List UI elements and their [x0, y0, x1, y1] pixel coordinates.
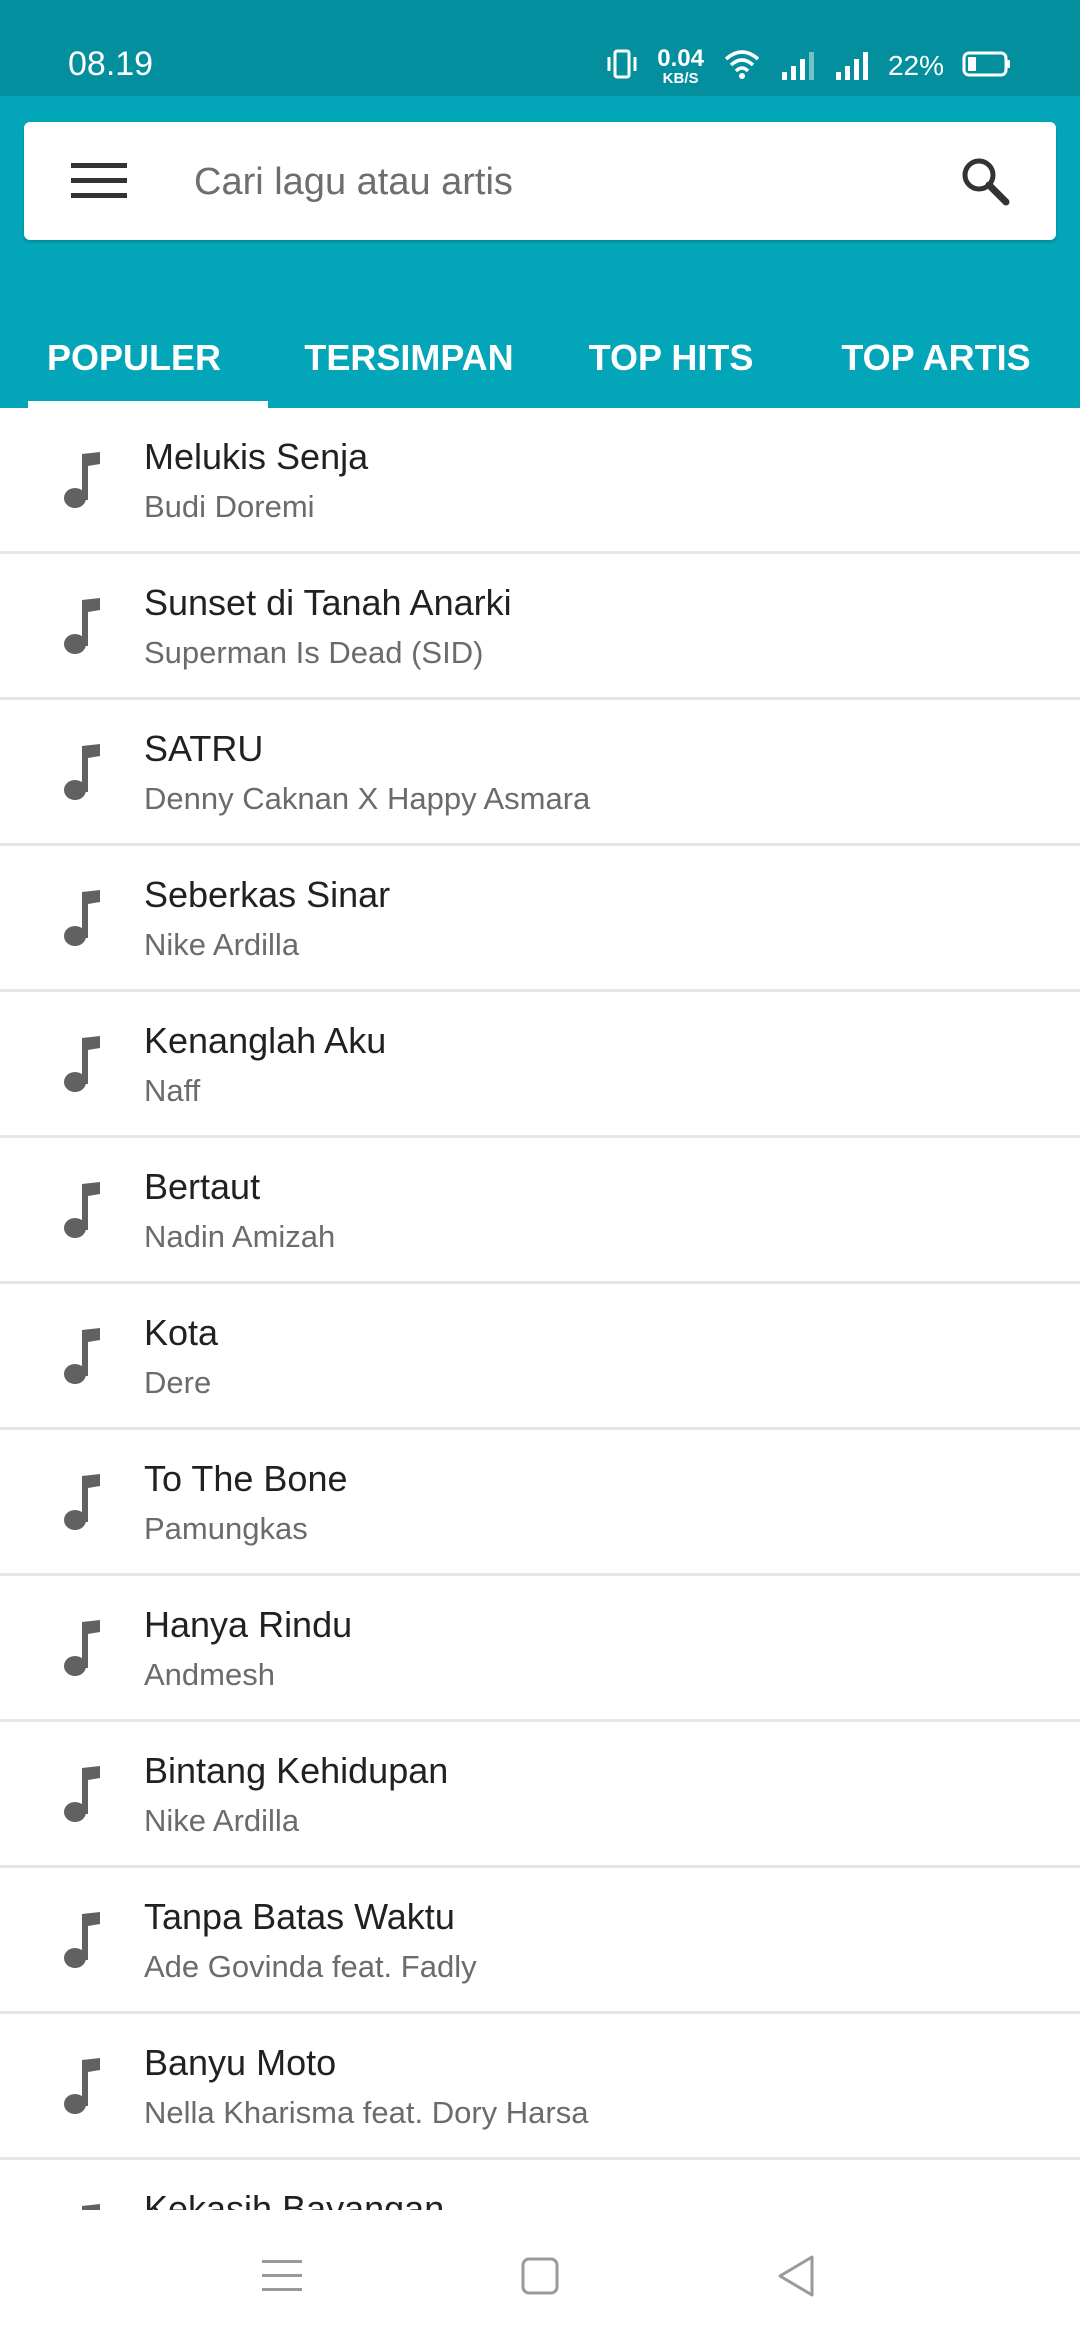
song-title: Hanya Rindu: [144, 1604, 353, 1645]
music-note-icon: [64, 744, 100, 800]
tab-top-hits[interactable]: TOP HITS: [550, 308, 792, 408]
tab-populer[interactable]: POPULER: [0, 308, 268, 408]
song-item[interactable]: Kota Dere: [0, 1284, 1080, 1430]
system-nav-bar: [0, 2210, 1080, 2340]
song-item[interactable]: Kenanglah Aku Naff: [0, 992, 1080, 1138]
network-speed-value: 0.04: [657, 44, 704, 72]
song-artist: Nella Kharisma feat. Dory Harsa: [144, 2095, 589, 2130]
music-note-icon: [64, 1182, 100, 1238]
song-item[interactable]: SATRU Denny Caknan X Happy Asmara: [0, 700, 1080, 846]
song-artist: Dere: [144, 1365, 212, 1400]
song-title: Kota: [144, 1312, 219, 1353]
song-item[interactable]: Melukis Senja Budi Doremi: [0, 408, 1080, 554]
song-artist: Denny Caknan X Happy Asmara: [144, 781, 591, 816]
song-artist: Superman Is Dead (SID): [144, 635, 484, 670]
song-title: Bertaut: [144, 1166, 261, 1207]
tab-tersimpan[interactable]: TERSIMPAN: [268, 308, 550, 408]
song-title: Kekasih Bayangan: [144, 2188, 445, 2210]
status-icons: 0.04 KB/S 22%: [605, 44, 1012, 88]
song-artist: Budi Doremi: [144, 489, 315, 524]
vibrate-icon: [605, 47, 639, 85]
song-item[interactable]: Seberkas Sinar Nike Ardilla: [0, 846, 1080, 992]
menu-button[interactable]: [68, 150, 130, 212]
back-icon: [778, 2255, 814, 2297]
song-title: Bintang Kehidupan: [144, 1750, 449, 1791]
home-icon: [521, 2257, 559, 2295]
song-artist: Naff: [144, 1073, 201, 1108]
song-artist: Nadin Amizah: [144, 1219, 336, 1254]
song-title: Banyu Moto: [144, 2042, 337, 2083]
search-bar: [24, 122, 1056, 240]
network-speed-unit: KB/S: [662, 69, 699, 87]
song-title: Melukis Senja: [144, 436, 369, 477]
search-icon: [962, 158, 1010, 206]
recent-apps-icon: [262, 2260, 302, 2291]
recent-apps-button[interactable]: [252, 2246, 312, 2306]
tab-top-artis[interactable]: TOP ARTIS: [792, 308, 1080, 408]
music-note-icon: [64, 890, 100, 946]
status-time: 08.19: [68, 45, 154, 83]
back-button[interactable]: [766, 2246, 826, 2306]
song-artist: Andmesh: [144, 1657, 275, 1692]
song-item[interactable]: Hanya Rindu Andmesh: [0, 1576, 1080, 1722]
battery-percent: 22%: [887, 50, 944, 81]
song-list: Melukis Senja Budi Doremi Sunset di Tana…: [0, 408, 1080, 2210]
hamburger-menu-icon: [71, 163, 127, 198]
status-bar: 08.19 0.04 KB/S 22%: [0, 0, 1080, 96]
music-note-icon: [64, 452, 100, 508]
search-input[interactable]: [192, 146, 956, 218]
song-item[interactable]: Bertaut Nadin Amizah: [0, 1138, 1080, 1284]
music-note-icon: [64, 1620, 100, 1676]
song-title: To The Bone: [144, 1458, 348, 1499]
song-item[interactable]: To The Bone Pamungkas: [0, 1430, 1080, 1576]
song-title: SATRU: [144, 728, 264, 769]
song-artist: Pamungkas: [144, 1511, 308, 1546]
wifi-icon: [722, 47, 762, 85]
home-button[interactable]: [510, 2246, 570, 2306]
song-item[interactable]: Banyu Moto Nella Kharisma feat. Dory Har…: [0, 2014, 1080, 2160]
song-artist: Nike Ardilla: [144, 927, 300, 962]
music-note-icon: [64, 598, 100, 654]
song-title: Tanpa Batas Waktu: [144, 1896, 455, 1937]
music-note-icon: [64, 1474, 100, 1530]
search-button[interactable]: [954, 150, 1016, 212]
song-item[interactable]: Bintang Kehidupan Nike Ardilla: [0, 1722, 1080, 1868]
song-artist: Nike Ardilla: [144, 1803, 300, 1838]
app-bar: POPULER TERSIMPAN TOP HITS TOP ARTIS: [0, 96, 1080, 408]
song-item[interactable]: Sunset di Tanah Anarki Superman Is Dead …: [0, 554, 1080, 700]
music-note-icon: [64, 1036, 100, 1092]
song-item[interactable]: Tanpa Batas Waktu Ade Govinda feat. Fadl…: [0, 1868, 1080, 2014]
music-note-icon: [64, 1328, 100, 1384]
song-title: Kenanglah Aku: [144, 1020, 387, 1061]
tab-bar: POPULER TERSIMPAN TOP HITS TOP ARTIS: [0, 308, 1080, 408]
music-note-icon: [64, 2058, 100, 2114]
network-speed: 0.04 KB/S: [657, 44, 704, 87]
song-title: Sunset di Tanah Anarki: [144, 582, 512, 623]
music-note-icon: [64, 1766, 100, 1822]
song-artist: Ade Govinda feat. Fadly: [144, 1949, 477, 1984]
music-note-icon: [82, 2204, 100, 2210]
signal-2-icon: [834, 48, 870, 84]
music-note-icon: [64, 1912, 100, 1968]
signal-1-icon: [780, 48, 816, 84]
song-item[interactable]: Kekasih Bayangan: [0, 2160, 1080, 2210]
song-title: Seberkas Sinar: [144, 874, 391, 915]
battery-icon: [962, 49, 1012, 83]
